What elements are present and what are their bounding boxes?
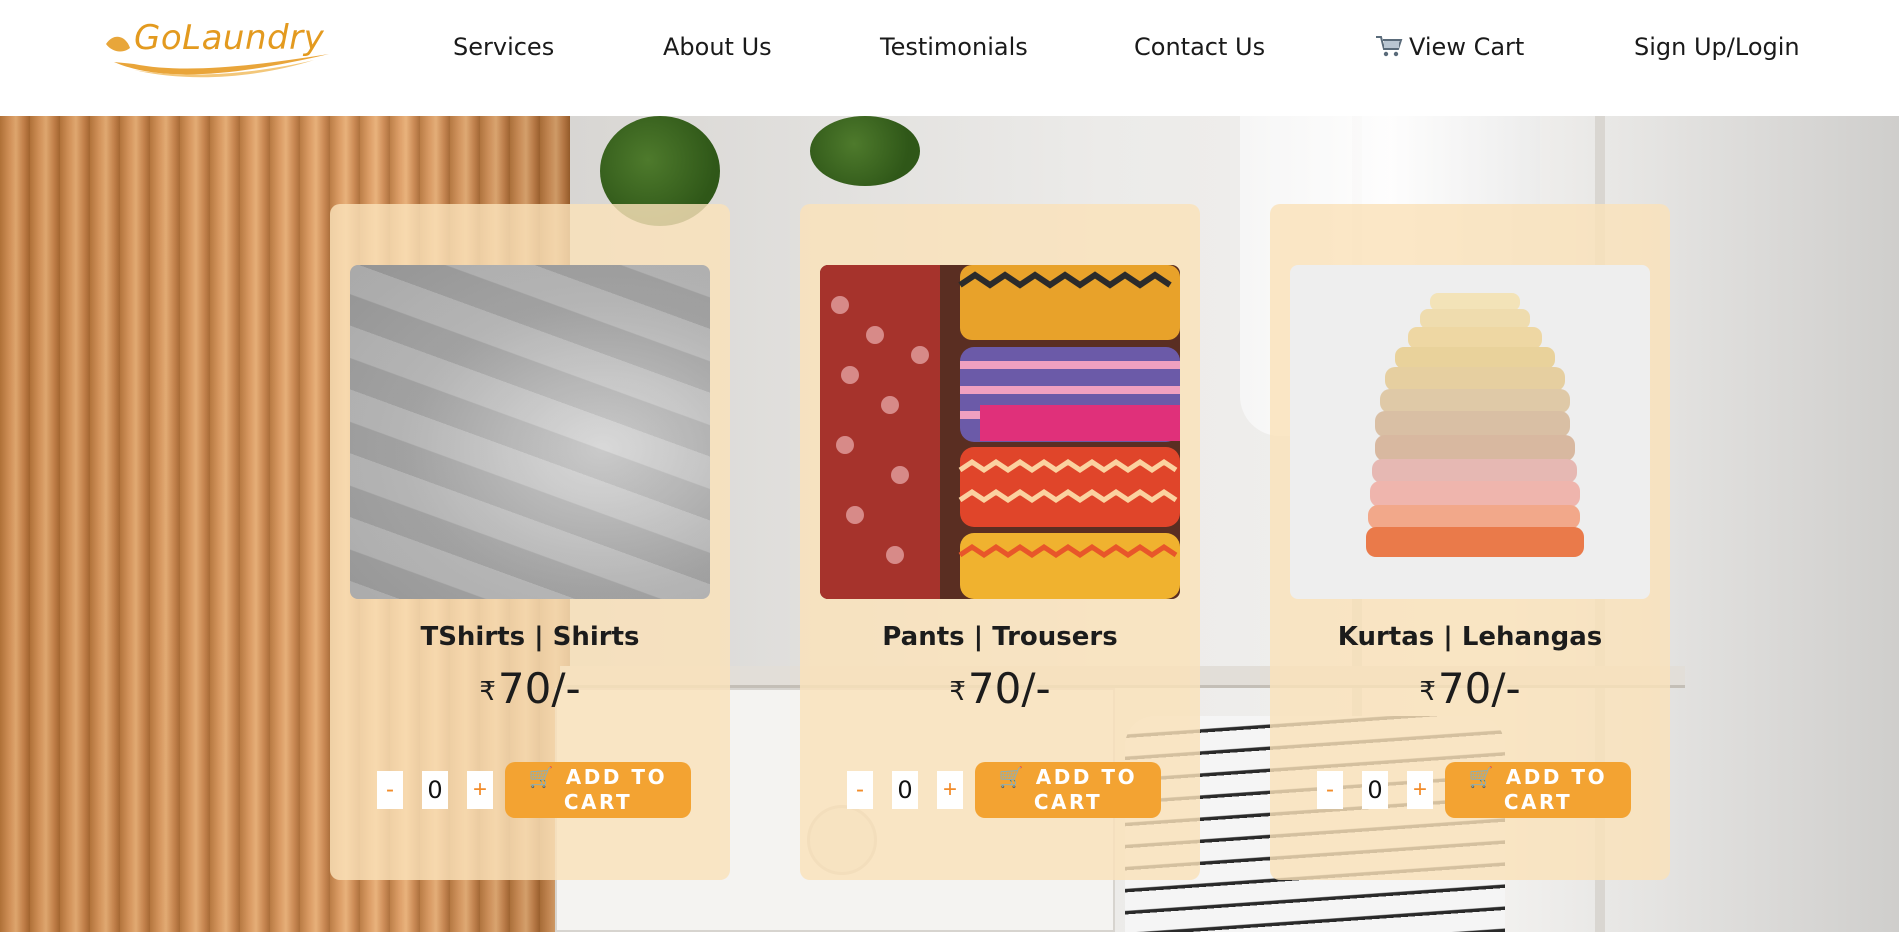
quantity-field[interactable] <box>892 771 918 809</box>
nav-about-us[interactable]: About Us <box>663 30 772 64</box>
card-price: ₹70/- <box>800 664 1200 713</box>
card-title: TShirts | Shirts <box>420 622 640 652</box>
nav-testimonials[interactable]: Testimonials <box>880 30 1028 64</box>
price-value: 70/- <box>967 664 1051 713</box>
logo-text: GoLaundry <box>134 18 325 58</box>
service-card-shirts: TShirts | Shirts ₹70/- - + 🛒 ADD TO CART <box>330 204 730 880</box>
price-value: 70/- <box>1437 664 1521 713</box>
card-price: ₹70/- <box>1270 664 1670 713</box>
increase-qty-button[interactable]: + <box>467 771 493 809</box>
price-value: 70/- <box>497 664 581 713</box>
rupee-icon: ₹ <box>479 677 496 707</box>
plant-pot <box>810 116 920 186</box>
rupee-icon: ₹ <box>949 677 966 707</box>
nav-view-cart[interactable]: View Cart <box>1375 30 1524 64</box>
rupee-icon: ₹ <box>1419 677 1436 707</box>
top-navbar: GoLaundry Services About Us Testimonials… <box>0 0 1899 116</box>
nav-contact-us[interactable]: Contact Us <box>1134 30 1265 64</box>
card-price: ₹70/- <box>330 664 730 713</box>
decrease-qty-button[interactable]: - <box>1317 771 1343 809</box>
add-to-cart-button[interactable]: 🛒 ADD TO CART <box>1445 762 1631 818</box>
golaundry-logo[interactable]: GoLaundry <box>104 14 334 84</box>
shirts-image <box>350 265 710 599</box>
nav-view-cart-label: View Cart <box>1409 33 1525 61</box>
service-card-pants: Pants | Trousers ₹70/- - + 🛒 ADD TO CART <box>800 204 1200 880</box>
increase-qty-button[interactable]: + <box>1407 771 1433 809</box>
quantity-field[interactable] <box>1362 771 1388 809</box>
card-title: Kurtas | Lehangas <box>1337 622 1603 652</box>
nav-services[interactable]: Services <box>453 30 554 64</box>
increase-qty-button[interactable]: + <box>937 771 963 809</box>
folded-towels-illustration <box>1366 293 1584 557</box>
decrease-qty-button[interactable]: - <box>847 771 873 809</box>
quantity-field[interactable] <box>422 771 448 809</box>
add-to-cart-button[interactable]: 🛒 ADD TO CART <box>975 762 1161 818</box>
pillows-illustration <box>820 265 1180 599</box>
nav-signup-login[interactable]: Sign Up/Login <box>1634 30 1800 64</box>
kurtas-image <box>1290 265 1650 599</box>
add-to-cart-button[interactable]: 🛒 ADD TO CART <box>505 762 691 818</box>
pants-image <box>820 265 1180 599</box>
service-card-kurtas: Kurtas | Lehangas ₹70/- - + 🛒 ADD TO CAR… <box>1270 204 1670 880</box>
decrease-qty-button[interactable]: - <box>377 771 403 809</box>
shopping-cart-icon <box>1376 36 1403 57</box>
card-title: Pants | Trousers <box>882 622 1118 652</box>
